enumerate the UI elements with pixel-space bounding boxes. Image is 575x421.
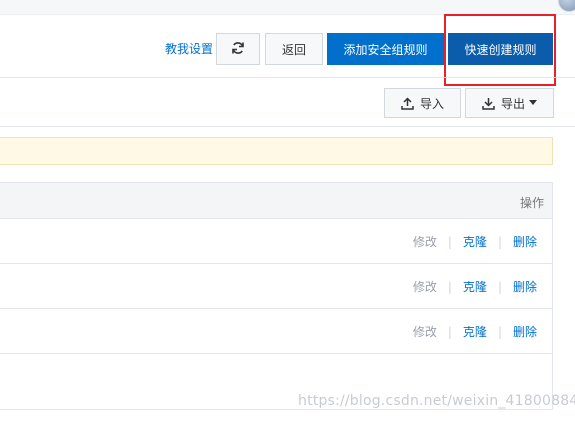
separator: | (447, 234, 452, 249)
help-link[interactable]: 教我设置 (165, 40, 213, 57)
table-row: 修改 | 克隆 | 删除 (0, 308, 552, 354)
separator: | (447, 279, 452, 294)
table-row: 修改 | 克隆 | 删除 (0, 263, 552, 309)
clone-link[interactable]: 克隆 (463, 233, 487, 250)
rules-table: 操作 修改 | 克隆 | 删除 修改 | 克隆 | 删除 修改 | 克隆 | 删… (0, 182, 553, 410)
separator: | (447, 324, 452, 339)
header-divider (0, 77, 575, 78)
row-actions: 修改 | 克隆 | 删除 (413, 323, 537, 340)
edit-link[interactable]: 修改 (413, 278, 437, 295)
clone-link[interactable]: 克隆 (463, 278, 487, 295)
toolbar-divider (0, 126, 575, 127)
delete-link[interactable]: 删除 (513, 278, 537, 295)
back-button[interactable]: 返回 (265, 33, 323, 65)
add-security-group-rule-button[interactable]: 添加安全组规则 (327, 33, 444, 65)
clone-link[interactable]: 克隆 (463, 323, 487, 340)
watermark: https://blog.csdn.net/weixin_41800884 (298, 393, 575, 409)
quick-create-rule-button[interactable]: 快速创建规则 (448, 33, 553, 65)
delete-link[interactable]: 删除 (513, 323, 537, 340)
refresh-icon (231, 41, 245, 58)
edit-link[interactable]: 修改 (413, 233, 437, 250)
row-actions: 修改 | 克隆 | 删除 (413, 278, 537, 295)
separator: | (497, 324, 502, 339)
edit-link[interactable]: 修改 (413, 323, 437, 340)
upload-icon (401, 96, 414, 110)
import-button[interactable]: 导入 (384, 88, 461, 118)
separator: | (497, 234, 502, 249)
table-header: 操作 (0, 183, 552, 219)
delete-link[interactable]: 删除 (513, 233, 537, 250)
notice-banner (0, 137, 553, 165)
caret-down-icon (529, 100, 537, 106)
row-actions: 修改 | 克隆 | 删除 (413, 233, 537, 250)
export-button[interactable]: 导出 (465, 88, 554, 118)
download-icon (482, 97, 495, 110)
refresh-button[interactable] (216, 33, 260, 65)
ops-column-header: 操作 (519, 196, 544, 210)
export-label: 导出 (500, 96, 525, 111)
top-strip (0, 0, 575, 15)
table-row: 修改 | 克隆 | 删除 (0, 218, 552, 264)
import-label: 导入 (419, 96, 444, 111)
separator: | (497, 279, 502, 294)
